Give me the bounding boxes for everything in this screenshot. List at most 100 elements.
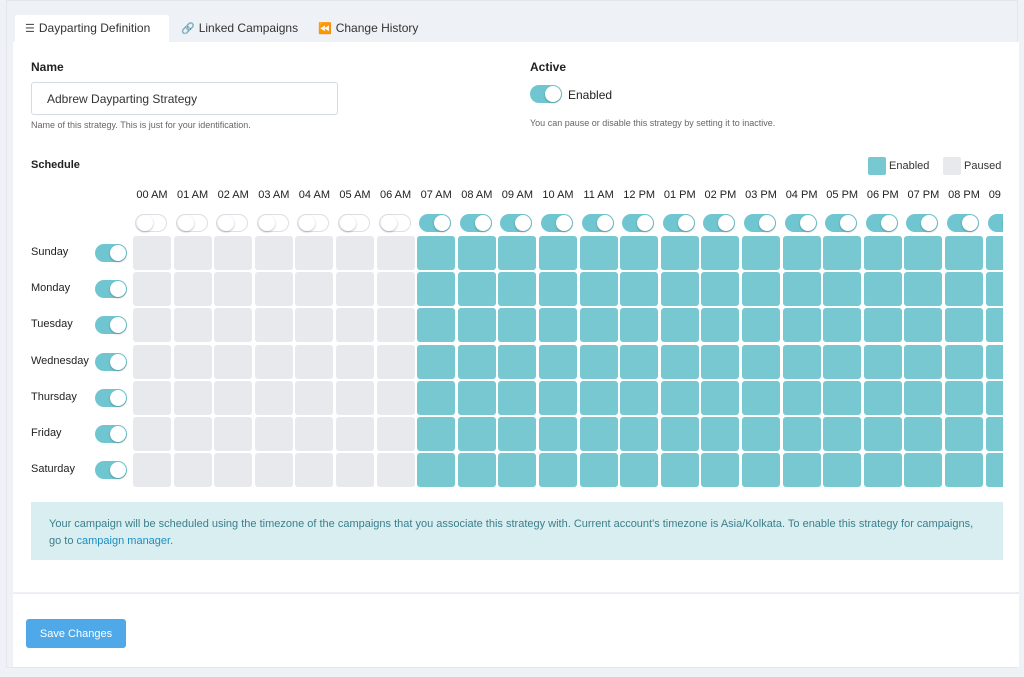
schedule-cell[interactable] <box>336 308 374 343</box>
schedule-cell[interactable] <box>133 236 171 270</box>
schedule-cell[interactable] <box>254 344 293 379</box>
schedule-cell[interactable] <box>782 344 821 379</box>
schedule-cell[interactable] <box>457 308 496 343</box>
schedule-cell[interactable] <box>579 236 618 270</box>
schedule-cell[interactable] <box>904 417 943 451</box>
hour-toggle[interactable] <box>419 214 452 232</box>
schedule-cell[interactable] <box>498 417 537 451</box>
schedule-cell[interactable] <box>498 272 537 307</box>
schedule-cell[interactable] <box>660 344 699 379</box>
schedule-cell[interactable] <box>985 272 1003 307</box>
schedule-cell[interactable] <box>985 417 1003 451</box>
schedule-cell[interactable] <box>254 380 293 415</box>
schedule-cell[interactable] <box>660 308 699 343</box>
schedule-cell[interactable] <box>173 417 212 451</box>
schedule-cell[interactable] <box>254 453 293 488</box>
schedule-cell[interactable] <box>660 272 699 307</box>
hour-toggle[interactable] <box>459 214 492 232</box>
schedule-cell[interactable] <box>782 380 821 415</box>
schedule-cell[interactable] <box>823 236 862 270</box>
schedule-cell[interactable] <box>133 344 171 379</box>
schedule-cell[interactable] <box>579 344 618 379</box>
schedule-cell[interactable] <box>904 453 943 488</box>
schedule-cell[interactable] <box>985 344 1003 379</box>
schedule-cell[interactable] <box>742 344 780 379</box>
schedule-cell[interactable] <box>620 344 659 379</box>
schedule-cell[interactable] <box>742 453 780 488</box>
schedule-cell[interactable] <box>376 453 415 488</box>
hour-toggle[interactable] <box>500 214 533 232</box>
schedule-cell[interactable] <box>214 380 253 415</box>
schedule-cell[interactable] <box>742 380 780 415</box>
schedule-cell[interactable] <box>985 308 1003 343</box>
hour-toggle[interactable] <box>378 214 411 232</box>
hour-toggle[interactable] <box>662 214 695 232</box>
schedule-cell[interactable] <box>701 453 740 488</box>
hour-toggle[interactable] <box>135 214 167 232</box>
schedule-cell[interactable] <box>376 344 415 379</box>
schedule-cell[interactable] <box>214 272 253 307</box>
schedule-cell[interactable] <box>945 344 983 379</box>
hour-toggle[interactable] <box>865 214 898 232</box>
schedule-cell[interactable] <box>417 308 456 343</box>
schedule-cell[interactable] <box>579 272 618 307</box>
day-toggle[interactable] <box>95 244 127 262</box>
schedule-cell[interactable] <box>945 417 983 451</box>
schedule-cell[interactable] <box>133 308 171 343</box>
schedule-cell[interactable] <box>660 417 699 451</box>
schedule-cell[interactable] <box>985 453 1003 488</box>
schedule-cell[interactable] <box>782 453 821 488</box>
schedule-cell[interactable] <box>254 236 293 270</box>
hour-toggle[interactable] <box>541 214 573 232</box>
schedule-cell[interactable] <box>904 344 943 379</box>
active-toggle[interactable] <box>530 85 562 103</box>
schedule-cell[interactable] <box>498 236 537 270</box>
schedule-cell[interactable] <box>904 236 943 270</box>
schedule-cell[interactable] <box>660 380 699 415</box>
schedule-cell[interactable] <box>579 417 618 451</box>
schedule-cell[interactable] <box>295 453 334 488</box>
schedule-cell[interactable] <box>904 308 943 343</box>
schedule-cell[interactable] <box>457 453 496 488</box>
schedule-cell[interactable] <box>742 272 780 307</box>
schedule-cell[interactable] <box>295 272 334 307</box>
schedule-cell[interactable] <box>782 236 821 270</box>
schedule-cell[interactable] <box>945 308 983 343</box>
schedule-cell[interactable] <box>620 453 659 488</box>
schedule-cell[interactable] <box>498 380 537 415</box>
tab-linked-campaigns[interactable]: 🔗 Linked Campaigns <box>171 15 299 42</box>
schedule-cell[interactable] <box>457 344 496 379</box>
schedule-cell[interactable] <box>620 272 659 307</box>
hour-toggle[interactable] <box>987 214 1003 232</box>
schedule-cell[interactable] <box>214 417 253 451</box>
schedule-cell[interactable] <box>254 417 293 451</box>
day-toggle[interactable] <box>95 425 127 443</box>
schedule-cell[interactable] <box>742 308 780 343</box>
schedule-cell[interactable] <box>782 417 821 451</box>
schedule-cell[interactable] <box>985 380 1003 415</box>
schedule-cell[interactable] <box>376 380 415 415</box>
schedule-cell[interactable] <box>539 417 577 451</box>
schedule-cell[interactable] <box>823 344 862 379</box>
schedule-cell[interactable] <box>742 417 780 451</box>
hour-toggle[interactable] <box>581 214 614 232</box>
schedule-cell[interactable] <box>295 236 334 270</box>
schedule-cell[interactable] <box>539 344 577 379</box>
schedule-cell[interactable] <box>498 453 537 488</box>
schedule-cell[interactable] <box>214 453 253 488</box>
schedule-cell[interactable] <box>863 453 902 488</box>
schedule-cell[interactable] <box>539 236 577 270</box>
schedule-cell[interactable] <box>457 236 496 270</box>
schedule-cell[interactable] <box>295 417 334 451</box>
save-changes-button[interactable]: Save Changes <box>26 619 126 648</box>
schedule-cell[interactable] <box>539 453 577 488</box>
hour-toggle[interactable] <box>744 214 776 232</box>
schedule-cell[interactable] <box>417 344 456 379</box>
schedule-cell[interactable] <box>173 344 212 379</box>
hour-toggle[interactable] <box>622 214 655 232</box>
day-toggle[interactable] <box>95 316 127 335</box>
schedule-cell[interactable] <box>336 272 374 307</box>
campaign-manager-link[interactable]: campaign manager <box>77 535 171 547</box>
schedule-cell[interactable] <box>701 344 740 379</box>
schedule-cell[interactable] <box>376 308 415 343</box>
